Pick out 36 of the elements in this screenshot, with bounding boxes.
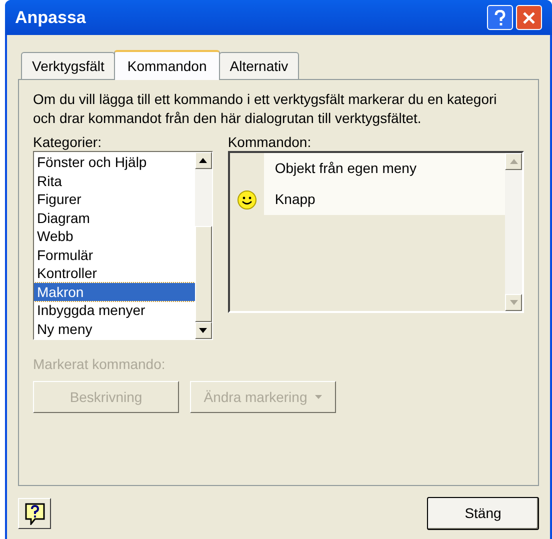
instruction-text: Om du vill lägga till ett kommando i ett verktygsfält markerar du en kategori och drar kommandot från den här dialogrutan till verktygsfältet. [33,90,498,128]
question-mark-icon [494,10,506,26]
tab[interactable]: Alternativ [218,52,300,79]
category-item[interactable]: Kontroller [34,264,195,282]
help-button[interactable] [18,498,51,529]
caret-icon [315,395,322,399]
scroll-down-button[interactable] [194,322,212,339]
down-arrow-icon [199,328,208,333]
category-item[interactable]: Diagram [34,208,195,227]
selected-command-label: Markerat kommando: [33,355,166,374]
up-arrow-icon [510,159,518,164]
close-icon [522,10,536,24]
window-title: Anpassa [15,6,87,29]
down-arrow-icon [510,300,518,305]
scrollbar-thumb[interactable] [194,226,212,322]
category-item[interactable]: Rita [34,172,195,190]
close-button[interactable] [516,5,542,30]
scroll-up-button[interactable] [194,152,212,169]
tab[interactable]: Verktygsfält [21,52,116,79]
category-item[interactable]: Figurer [34,190,195,208]
up-arrow-icon [199,158,208,163]
category-item[interactable]: Ny meny [34,320,195,338]
category-item[interactable]: Webb [34,227,195,246]
command-item[interactable]: Objekt från egen meny [264,153,505,184]
help-icon [24,502,44,524]
close-dialog-button[interactable]: Stäng [427,497,539,530]
tab[interactable]: Kommandon [114,50,220,80]
category-item[interactable]: Makron [34,282,195,301]
category-item[interactable]: Fönster och Hjälp [34,153,195,172]
scrollbar[interactable] [194,152,212,339]
command-item[interactable]: Knapp [264,184,505,215]
smiley-icon [236,190,257,210]
commands-label: Kommandon: [228,133,312,151]
category-item[interactable]: Inbyggda menyer [34,301,195,320]
category-item[interactable]: Formulär [34,246,195,264]
categories-label: Kategorier: [33,133,102,151]
